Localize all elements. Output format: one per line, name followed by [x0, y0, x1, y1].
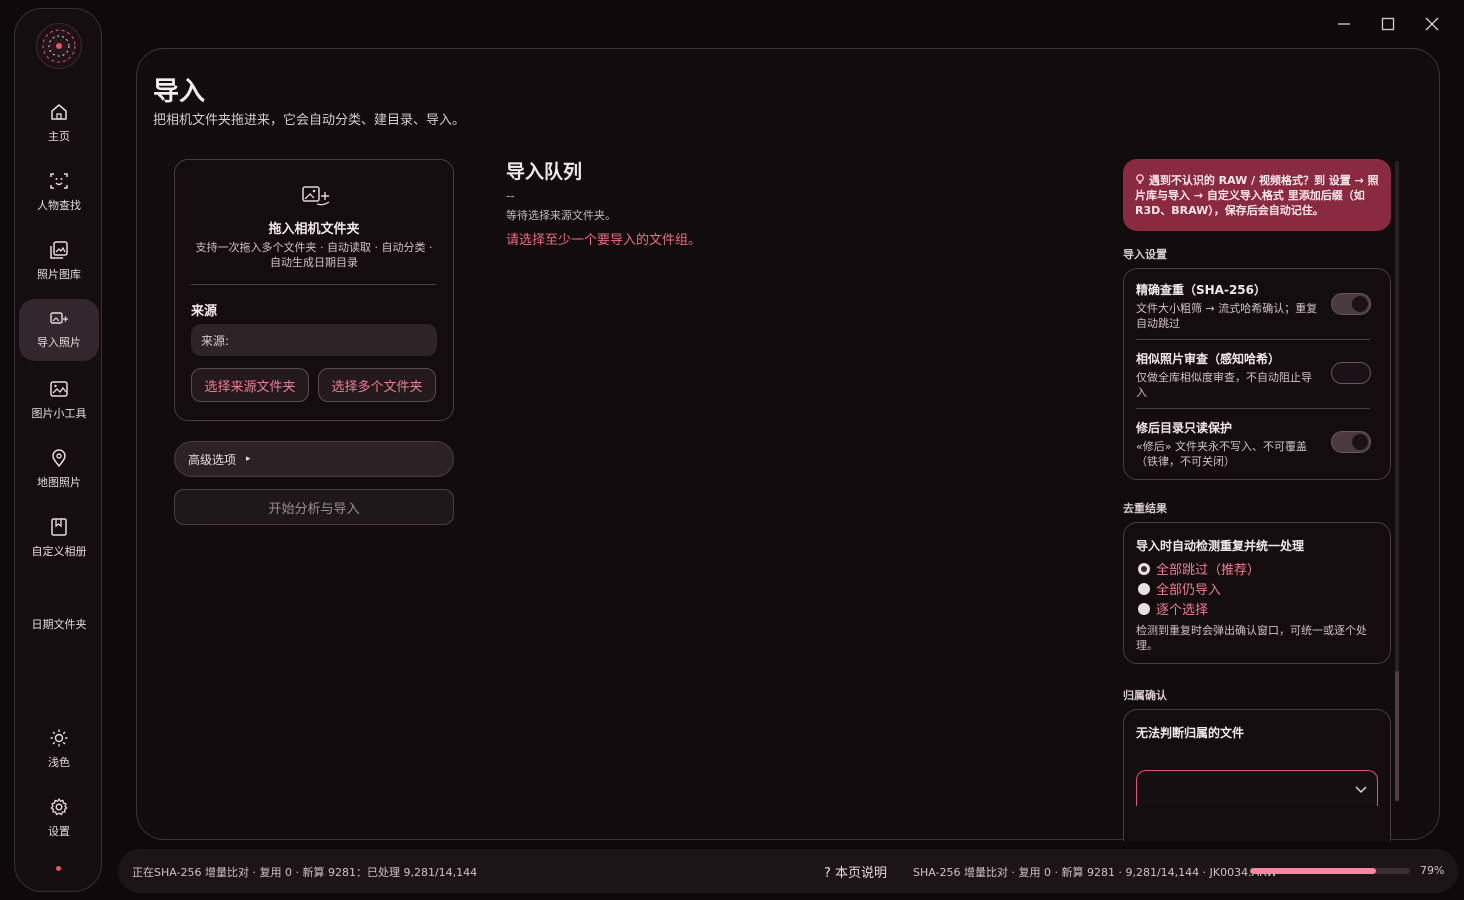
- queue-warning: 请选择至少一个要导入的文件组。: [506, 233, 702, 248]
- divider: [191, 284, 437, 285]
- setting-desc: 仅做全库相似度审查，不自动阻止导入: [1136, 371, 1312, 399]
- map-pin-icon: [49, 448, 69, 468]
- page-help-link[interactable]: ? 本页说明: [824, 862, 887, 881]
- setting-similar-photo: 相似照片审查（感知哈希） 仅做全库相似度审查，不自动阻止导入: [1136, 350, 1378, 412]
- sidebar-item-label: 浅色: [48, 756, 70, 769]
- gear-icon: [49, 797, 69, 817]
- home-icon: [49, 102, 69, 122]
- setting-desc: «修后» 文件夹永不写入、不可覆盖（铁律，不可关闭）: [1136, 440, 1307, 468]
- exact-dedup-toggle[interactable]: [1331, 293, 1371, 315]
- source-field[interactable]: 来源:: [191, 324, 437, 356]
- sidebar-item-label: 地图照片: [37, 476, 81, 489]
- setting-desc: 文件大小粗筛 → 流式哈希确认；重复自动跳过: [1136, 302, 1318, 330]
- window-controls: [1326, 8, 1450, 40]
- sidebar-item-people[interactable]: 人物查找: [19, 162, 99, 222]
- sun-icon: [49, 728, 69, 748]
- radio-skip-all[interactable]: 全部跳过（推荐）: [1138, 559, 1260, 578]
- chevron-down-icon: [1355, 783, 1367, 797]
- select-multiple-folders-button[interactable]: 选择多个文件夹: [318, 368, 436, 402]
- sidebar: 主页 人物查找 照片图库 导入照片 图片小工具 地图照片 自定义相册 日期文件夹…: [14, 8, 102, 892]
- start-import-button[interactable]: 开始分析与导入: [174, 489, 454, 525]
- notice-text: 遇到不认识的 RAW / 视频格式？到 设置 → 照片库与导入 → 自定义导入格…: [1135, 174, 1379, 217]
- radio-choose-each[interactable]: 逐个选择: [1138, 599, 1208, 618]
- scrollbar-thumb[interactable]: [1395, 671, 1399, 801]
- scrollbar[interactable]: [1395, 161, 1399, 801]
- gallery-icon: [49, 240, 69, 260]
- import-photo-icon: [301, 184, 331, 211]
- source-label: 来源: [191, 304, 218, 319]
- radio-label: 全部跳过（推荐）: [1156, 563, 1261, 578]
- sidebar-item-import[interactable]: 导入照片: [19, 299, 99, 361]
- sidebar-item-image-tools[interactable]: 图片小工具: [19, 370, 99, 430]
- import-photo-icon: [49, 310, 69, 328]
- divider: [1136, 408, 1370, 409]
- close-icon[interactable]: [1414, 8, 1450, 40]
- page-subtitle: 把相机文件夹拖进来，它会自动分类、建目录、导入。: [153, 113, 466, 128]
- setting-exact-dedup: 精确查重（SHA-256） 文件大小粗筛 → 流式哈希确认；重复自动跳过: [1136, 281, 1378, 343]
- radio-button[interactable]: [1138, 602, 1150, 615]
- status-detail: SHA-256 增量比对 · 复用 0 · 新算 9281 · 9,281/14…: [913, 866, 1278, 879]
- format-notice: 遇到不认识的 RAW / 视频格式？到 设置 → 照片库与导入 → 自定义导入格…: [1123, 159, 1391, 231]
- sidebar-item-album[interactable]: 自定义相册: [19, 508, 99, 568]
- sidebar-item-date-folder[interactable]: 日期文件夹: [19, 594, 99, 654]
- sidebar-item-label: 自定义相册: [31, 545, 87, 558]
- face-scan-icon: [49, 171, 69, 191]
- sidebar-item-label: 导入照片: [37, 336, 81, 349]
- import-settings-card: 精确查重（SHA-256） 文件大小粗筛 → 流式哈希确认；重复自动跳过 相似照…: [1123, 268, 1391, 480]
- progress-fill: [1250, 868, 1377, 874]
- radio-label: 逐个选择: [1156, 603, 1209, 618]
- queue-status: 等待选择来源文件夹。: [506, 209, 616, 222]
- sidebar-item-map[interactable]: 地图照片: [19, 439, 99, 499]
- radio-import-all[interactable]: 全部仍导入: [1138, 579, 1221, 598]
- readonly-protect-toggle[interactable]: [1331, 431, 1371, 453]
- setting-readonly-protect: 修后目录只读保护 «修后» 文件夹永不写入、不可覆盖（铁律，不可关闭）: [1136, 419, 1378, 481]
- status-dot: [56, 866, 61, 871]
- drop-zone[interactable]: 拖入相机文件夹 支持一次拖入多个文件夹 · 自动读取 · 自动分类 · 自动生成…: [174, 159, 454, 421]
- sidebar-item-gallery[interactable]: 照片图库: [19, 231, 99, 291]
- album-icon: [49, 517, 69, 537]
- import-settings-label: 导入设置: [1123, 248, 1167, 261]
- sidebar-item-label: 设置: [48, 825, 70, 838]
- drop-description: 支持一次拖入多个文件夹 · 自动读取 · 自动分类 · 自动生成日期目录: [195, 241, 433, 269]
- ownership-select[interactable]: [1136, 770, 1378, 806]
- page-title: 导入: [153, 77, 206, 107]
- radio-label: 全部仍导入: [1156, 583, 1222, 598]
- main-panel: 导入 把相机文件夹拖进来，它会自动分类、建目录、导入。 拖入相机文件夹 支持一次…: [136, 48, 1440, 841]
- dedup-title: 导入时自动检测重复并统一处理: [1136, 539, 1305, 553]
- ownership-label: 归属确认: [1123, 689, 1167, 702]
- lightbulb-icon: [1135, 174, 1149, 187]
- queue-count: --: [506, 189, 515, 203]
- caret-right-icon: ▸: [246, 454, 251, 464]
- ownership-card: 无法判断归属的文件: [1123, 709, 1391, 841]
- advanced-options-toggle[interactable]: 高级选项 ▸: [174, 441, 454, 477]
- select-source-folder-button[interactable]: 选择来源文件夹: [191, 368, 309, 402]
- dedup-note: 检测到重复时会弹出确认窗口，可统一或逐个处理。: [1136, 624, 1367, 652]
- status-bar: 正在SHA-256 增量比对 · 复用 0 · 新算 9281：已处理 9,28…: [118, 849, 1458, 893]
- sidebar-item-home[interactable]: 主页: [19, 93, 99, 153]
- sidebar-item-label: 图片小工具: [31, 407, 87, 420]
- queue-title: 导入队列: [506, 161, 583, 183]
- sidebar-item-settings[interactable]: 设置: [19, 788, 99, 848]
- image-tool-icon: [49, 379, 69, 399]
- minimize-icon[interactable]: [1326, 8, 1362, 40]
- maximize-icon[interactable]: [1370, 8, 1406, 40]
- advanced-options-label: 高级选项: [188, 452, 237, 467]
- sidebar-item-label: 人物查找: [37, 199, 81, 212]
- similar-photo-toggle[interactable]: [1331, 362, 1371, 384]
- dedup-result-label: 去重结果: [1123, 502, 1167, 515]
- app-logo[interactable]: [36, 23, 82, 69]
- theme-toggle-button[interactable]: 浅色: [19, 719, 99, 779]
- radio-button[interactable]: [1138, 582, 1150, 595]
- divider: [1136, 339, 1370, 340]
- sidebar-item-label: 照片图库: [37, 268, 81, 281]
- progress-bar: [1250, 868, 1410, 874]
- status-text: 正在SHA-256 增量比对 · 复用 0 · 新算 9281：已处理 9,28…: [132, 866, 478, 879]
- ownership-title: 无法判断归属的文件: [1136, 726, 1245, 740]
- dedup-card: 导入时自动检测重复并统一处理 全部跳过（推荐） 全部仍导入 逐个选择 检测到重复…: [1123, 522, 1391, 664]
- drop-title: 拖入相机文件夹: [268, 222, 360, 237]
- progress-percent: 79%: [1420, 864, 1445, 877]
- sidebar-item-label: 日期文件夹: [31, 618, 87, 631]
- radio-button[interactable]: [1138, 562, 1150, 575]
- sidebar-item-label: 主页: [48, 130, 70, 143]
